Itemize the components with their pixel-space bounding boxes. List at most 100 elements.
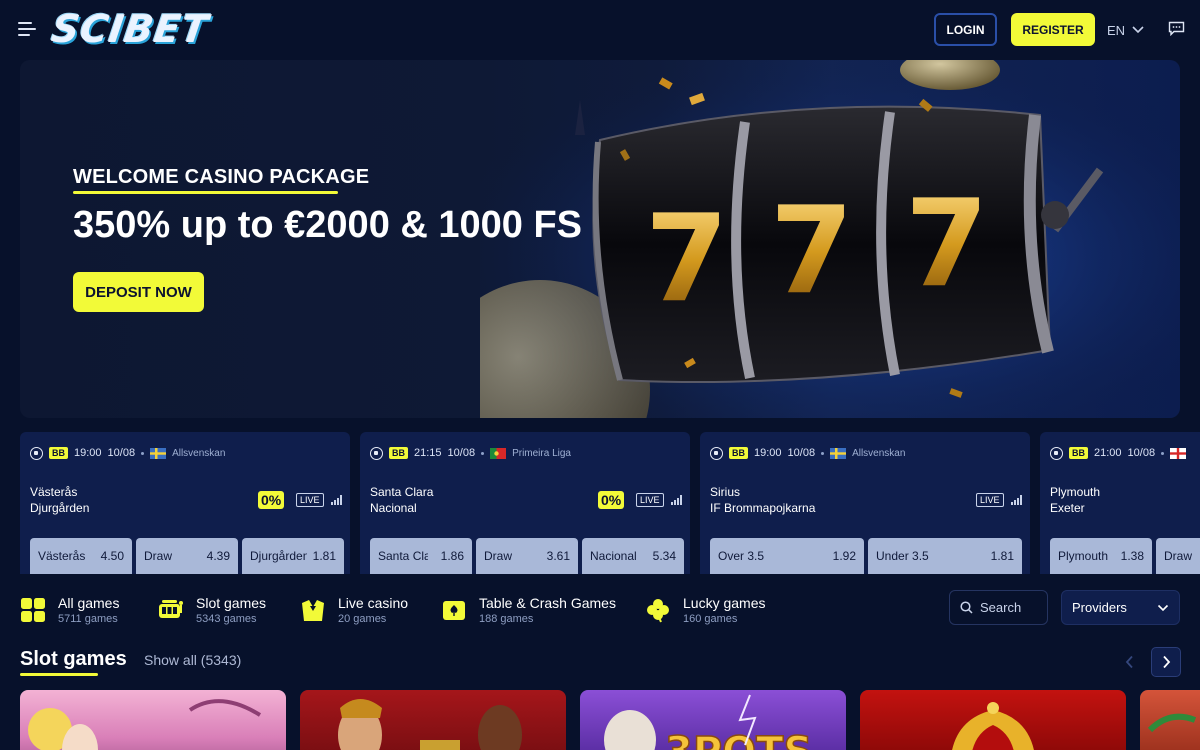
chat-icon[interactable] (1168, 21, 1185, 36)
odd-button[interactable]: Draw (1156, 538, 1200, 574)
odd-button[interactable]: Draw 3.61 (476, 538, 578, 574)
away-team: IF Brommapojkarna (710, 501, 816, 515)
game-tile[interactable] (860, 690, 1126, 750)
live-badge: LIVE (636, 493, 664, 507)
deposit-now-button[interactable]: DEPOSIT NOW (73, 272, 204, 312)
game-thumbnail (338, 699, 522, 750)
odd-label: Draw (484, 549, 513, 563)
odd-button[interactable]: Västerås 4.50 (30, 538, 132, 574)
logo[interactable]: SCIBET (49, 6, 212, 52)
grid-icon (21, 598, 45, 622)
hero-title: 350% up to €2000 & 1000 FS (73, 204, 583, 246)
svg-text:3POTS: 3POTS (665, 729, 812, 750)
header: SCIBET LOGIN REGISTER EN (0, 0, 1200, 60)
away-team: Nacional (370, 501, 417, 515)
match-card[interactable]: BB 21:15 10/08 Primeira Liga Santa Clara… (360, 432, 690, 574)
register-button[interactable]: REGISTER (1011, 13, 1095, 46)
odd-button[interactable]: Santa Clara 1.86 (370, 538, 472, 574)
providers-dropdown[interactable]: Providers (1061, 590, 1180, 625)
game-thumbnail (28, 699, 262, 750)
away-team: Djurgården (30, 501, 90, 515)
category-live-casino[interactable]: Live casino 20 games (300, 590, 408, 630)
odds-row: Västerås 4.50 Draw 4.39 Djurgården 1.81 (30, 538, 344, 574)
cards-icon (443, 601, 465, 620)
odd-button[interactable]: Nacional 5.34 (582, 538, 684, 574)
chevron-right-icon (1162, 655, 1170, 669)
category-table-crash[interactable]: Table & Crash Games 188 games (441, 590, 616, 630)
chevron-down-icon (1132, 26, 1144, 34)
game-tile[interactable]: 3POTS (580, 690, 846, 750)
section-title: Slot games (20, 648, 127, 670)
login-button[interactable]: LOGIN (934, 13, 997, 46)
football-icon (370, 446, 383, 460)
portugal-flag-icon (490, 447, 507, 459)
category-count: 5343 games (196, 613, 257, 625)
show-all-link[interactable]: Show all (5343) (144, 652, 241, 668)
odd-label: Djurgården (250, 549, 307, 563)
reel-seven-1: 7 (645, 190, 729, 329)
signal-bars-icon (331, 495, 342, 505)
category-lucky-games[interactable]: Lucky games 160 games (645, 590, 765, 630)
language-selector[interactable]: EN (1107, 20, 1145, 40)
search-input[interactable]: Search (949, 590, 1048, 625)
match-date: 10/08 (107, 447, 136, 459)
game-tile[interactable] (300, 690, 566, 750)
category-all-games[interactable]: All games 5711 games (20, 590, 119, 630)
match-cards-row: BB 19:00 10/08 Allsvenskan Västerås Djur… (20, 432, 1200, 574)
odd-label: Plymouth (1058, 549, 1109, 563)
carousel-next-button[interactable] (1151, 647, 1181, 677)
search-placeholder: Search (980, 600, 1022, 615)
odd-value: 3.61 (546, 549, 570, 563)
odd-label: Draw (144, 549, 173, 563)
match-card[interactable]: BB 19:00 10/08 Allsvenskan Västerås Djur… (20, 432, 350, 574)
search-icon (960, 601, 973, 614)
game-thumbnail (1147, 713, 1197, 733)
odds-row: Over 3.5 1.92 Under 3.5 1.81 (710, 538, 1022, 574)
odd-button[interactable]: Djurgården 1.81 (242, 538, 344, 574)
home-team: Santa Clara (370, 485, 434, 499)
odd-value: 4.50 (100, 549, 124, 563)
match-time: 21:15 (414, 447, 442, 459)
match-card[interactable]: BB 19:00 10/08 Allsvenskan Sirius IF Bro… (700, 432, 1030, 574)
category-slot-games[interactable]: Slot games 5343 games (158, 590, 266, 630)
game-tile[interactable] (20, 690, 286, 750)
odd-value: 1.86 (440, 549, 464, 563)
football-icon (1050, 446, 1063, 460)
match-header: BB 19:00 10/08 Allsvenskan (710, 445, 905, 461)
odd-button[interactable]: Over 3.5 1.92 (710, 538, 864, 574)
odd-button[interactable]: Draw 4.39 (136, 538, 238, 574)
signal-bars-icon (1011, 495, 1022, 505)
match-teams: Sirius IF Brommapojkarna (710, 484, 815, 516)
match-date: 10/08 (787, 447, 816, 459)
hero-subtitle-underline (73, 191, 338, 194)
game-tile[interactable] (1140, 690, 1200, 750)
odd-value: 1.81 (312, 549, 336, 563)
boost-percentage: 0% (258, 491, 285, 509)
hamburger-menu-icon[interactable] (18, 22, 36, 36)
game-thumbnail: 3POTS (604, 694, 813, 750)
chevron-down-icon (1157, 604, 1169, 611)
bet-builder-badge: BB (49, 447, 68, 459)
match-date: 10/08 (1127, 447, 1156, 459)
live-badge: LIVE (296, 493, 324, 507)
league-name: Allsvenskan (852, 447, 906, 459)
providers-label: Providers (1072, 600, 1127, 615)
match-header: BB 21:00 10/08 (1050, 445, 1187, 461)
match-date: 10/08 (447, 447, 476, 459)
category-count: 160 games (683, 613, 738, 625)
match-time: 21:00 (1094, 447, 1122, 459)
slot-machine-icon (159, 600, 183, 618)
hero-banner[interactable]: 7 7 7 WELCOME CASINO PACKAGE 350% up to … (20, 60, 1180, 418)
signal-bars-icon (671, 495, 682, 505)
odd-button[interactable]: Plymouth 1.38 (1050, 538, 1152, 574)
odd-label: Santa Clara (378, 549, 428, 563)
match-card[interactable]: BB 21:00 10/08 Plymouth Exeter Plymouth 1… (1040, 432, 1200, 574)
section-title-underline (20, 673, 98, 676)
sweden-flag-icon (830, 447, 847, 459)
odd-value: 4.39 (206, 549, 230, 563)
language-label: EN (1107, 22, 1126, 38)
odd-button[interactable]: Under 3.5 1.81 (868, 538, 1022, 574)
carousel-prev-button[interactable] (1117, 648, 1141, 676)
live-badge: LIVE (976, 493, 1004, 507)
game-thumbnail (952, 702, 1034, 750)
